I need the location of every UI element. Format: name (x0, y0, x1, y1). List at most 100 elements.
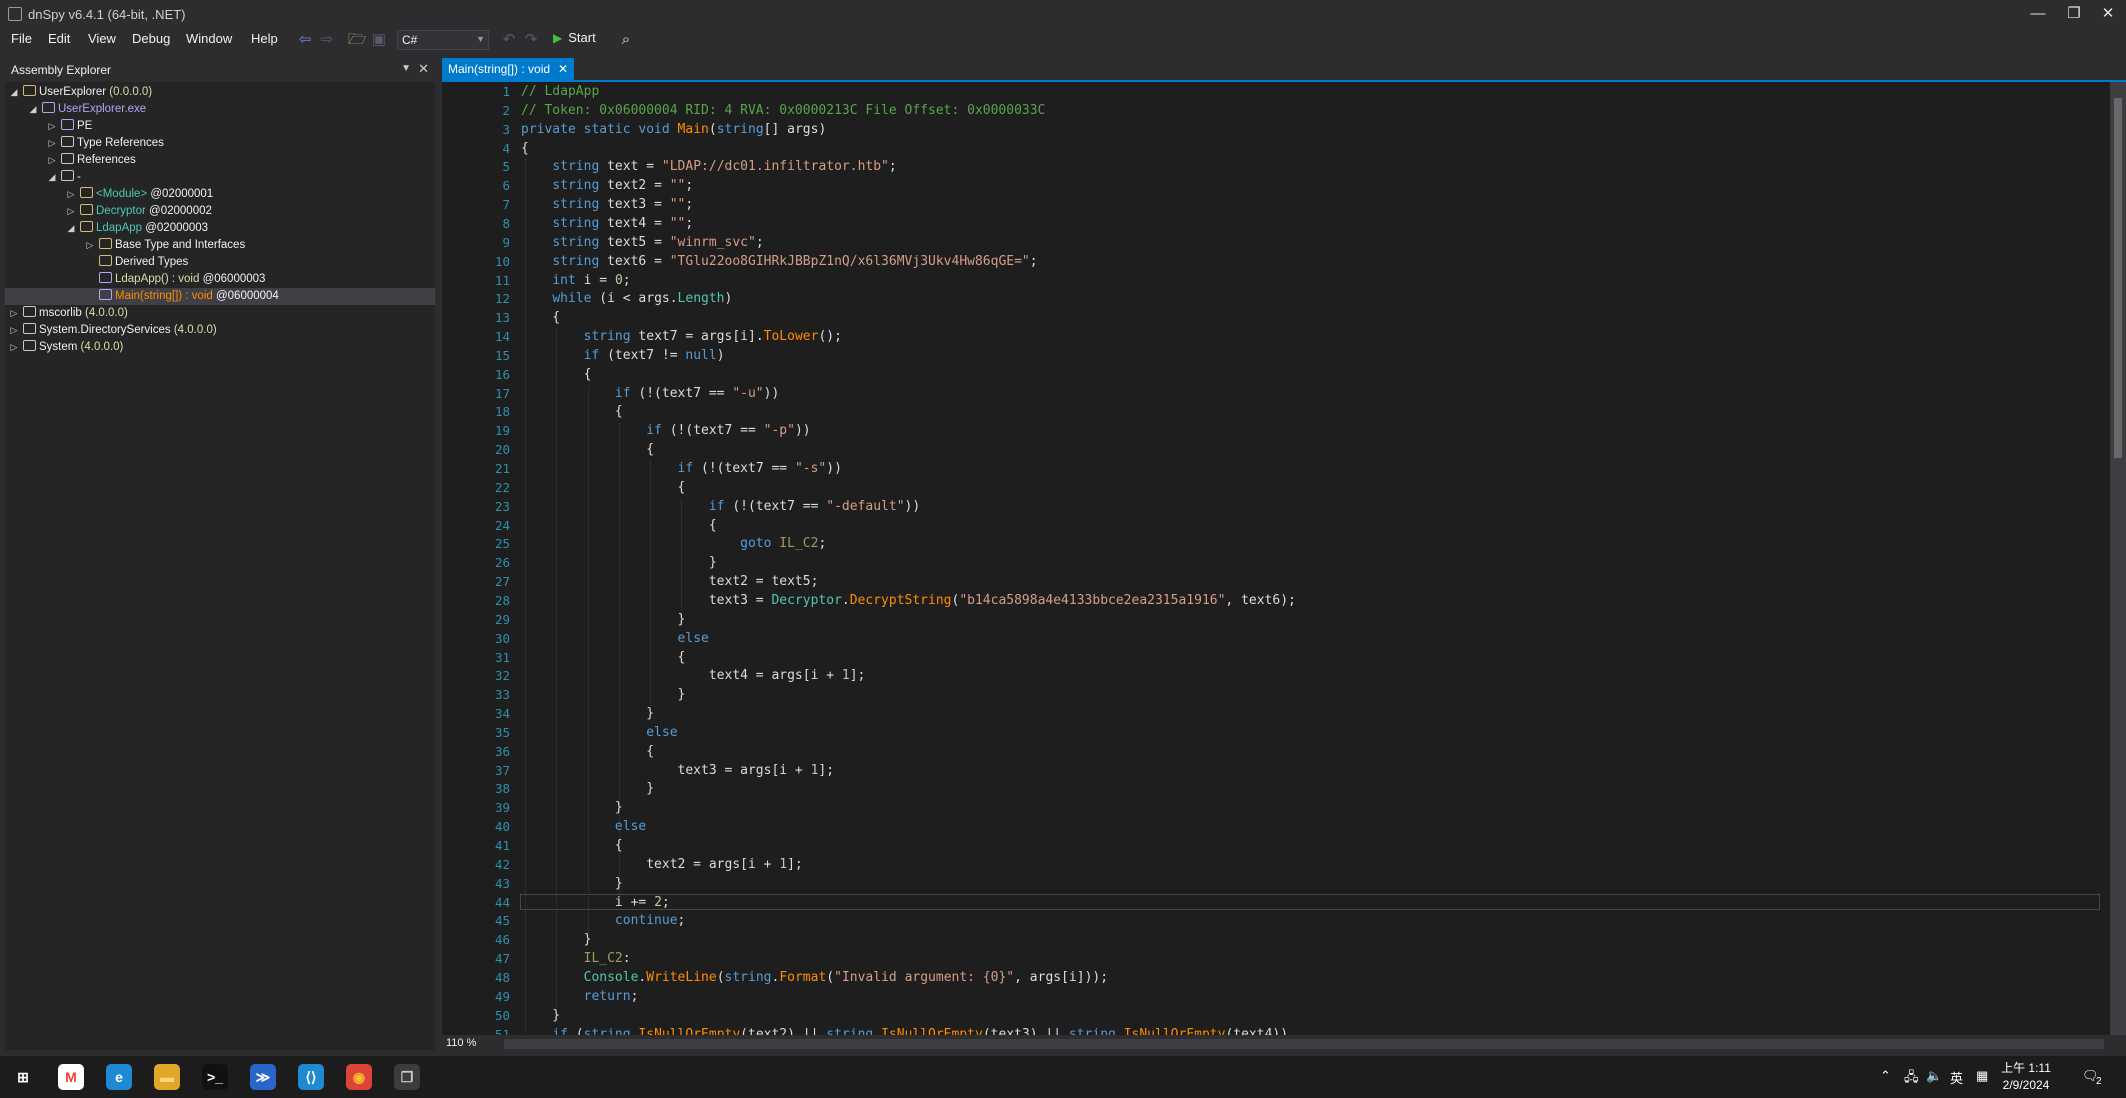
code-token: (text3) || (982, 1027, 1069, 1035)
windows-start-icon[interactable]: ⊞ (10, 1064, 36, 1090)
save-all-icon[interactable]: ▣ (370, 31, 388, 49)
line-number: 8 (502, 216, 510, 231)
tree-toggle-icon[interactable]: ▷ (47, 135, 57, 152)
line-number: 11 (494, 273, 510, 288)
code-token: Console (583, 970, 639, 985)
tree-node[interactable]: ◢ UserExplorer (0.0.0.0) (5, 84, 435, 101)
menu-view[interactable]: View (88, 31, 116, 46)
tree-node[interactable]: Derived Types (5, 254, 435, 271)
tree-node[interactable]: ◢ - (5, 169, 435, 186)
vscode-icon[interactable]: ⟨⟩ (298, 1064, 324, 1090)
back-icon[interactable]: ⇦ (296, 31, 314, 49)
assembly-explorer-panel: Assembly Explorer ▼ ✕ ◢ UserExplorer (0.0… (5, 58, 435, 1050)
tree-node-suffix: @02000003 (142, 222, 209, 234)
edge-browser-icon[interactable]: e (106, 1064, 132, 1090)
tree-node-label: System.DirectoryServices (39, 324, 171, 336)
search-icon[interactable]: ⌕ (617, 31, 635, 49)
clock[interactable]: 上午 1:11 2/9/2024 (1986, 1060, 2066, 1094)
file-explorer-icon[interactable]: ▬ (154, 1064, 180, 1090)
menu-edit[interactable]: Edit (48, 31, 70, 46)
tree-toggle-icon[interactable]: ◢ (47, 169, 57, 186)
tree-node[interactable]: ▷ System (4.0.0.0) (5, 339, 435, 356)
code-token: string (826, 1027, 874, 1035)
code-editor[interactable]: 1 2 3 4 5 6 7 8 9 10 11 12 13 14 15 16 17 18 19 20 21 22 23 24 2… (442, 82, 2110, 1035)
line-number: 51 (494, 1027, 510, 1035)
tree-toggle-icon[interactable]: ▷ (9, 339, 19, 356)
code-token: text2 = text5; (521, 574, 819, 589)
volume-icon[interactable]: 🔈 (1926, 1068, 1942, 1084)
code-line: { (521, 650, 686, 665)
menu-file[interactable]: File (11, 31, 32, 46)
tree-node-icon (61, 153, 74, 164)
tab-close-icon[interactable]: ✕ (558, 62, 568, 76)
tree-node[interactable]: ▷ mscorlib (4.0.0.0) (5, 305, 435, 322)
tree-node[interactable]: ▷ System.DirectoryServices (4.0.0.0) (5, 322, 435, 339)
tree-toggle-icon[interactable]: ▷ (66, 203, 76, 220)
tree-toggle-icon[interactable]: ◢ (66, 220, 76, 237)
tree-node[interactable]: ▷ Base Type and Interfaces (5, 237, 435, 254)
redo-icon[interactable]: ↷ (522, 31, 540, 49)
code-token: IsNullOrEmpty (881, 1027, 983, 1035)
start-debugging-button[interactable]: ▶ Start (553, 30, 596, 50)
zoom-level[interactable]: 110 % (446, 1037, 476, 1049)
tree-toggle-icon[interactable]: ▷ (9, 305, 19, 322)
code-token: )) (763, 386, 780, 401)
tree-node[interactable]: ▷ Type References (5, 135, 435, 152)
horizontal-scrollbar[interactable] (504, 1039, 2104, 1049)
line-number: 21 (494, 461, 510, 476)
code-token: else (646, 725, 678, 740)
tree-node[interactable]: ◢ LdapApp @02000003 (5, 220, 435, 237)
tree-toggle-icon[interactable]: ▷ (9, 322, 19, 339)
chevron-up-icon[interactable]: ⌃ (1880, 1068, 1891, 1084)
tree-node-suffix: (4.0.0.0) (81, 307, 128, 319)
gmail-icon[interactable]: M (58, 1064, 84, 1090)
tree-node[interactable]: ▷ References (5, 152, 435, 169)
tree-node[interactable]: ▷ <Module> @02000001 (5, 186, 435, 203)
close-window-button[interactable]: ✕ (2086, 2, 2126, 26)
code-token: string (552, 216, 600, 231)
code-token: private static void (521, 122, 678, 137)
code-token: } (521, 800, 623, 815)
network-icon[interactable]: 🖧 (1904, 1068, 1919, 1090)
tree-node-suffix: @02000001 (147, 188, 214, 200)
dnspy-taskbar-icon[interactable]: ❐ (394, 1064, 420, 1090)
menu-help[interactable]: Help (251, 31, 278, 46)
tree-node[interactable]: ◢ UserExplorer.exe (5, 101, 435, 118)
terminal-icon[interactable]: >_ (202, 1064, 228, 1090)
code-token: IL_C2 (779, 536, 819, 551)
forward-icon[interactable]: ⇨ (318, 31, 336, 49)
tree-node[interactable]: ▷ Decryptor @02000002 (5, 203, 435, 220)
tree-toggle-icon[interactable]: ▷ (47, 152, 57, 169)
tree-node-label: UserExplorer (39, 86, 107, 98)
tree-node[interactable]: LdapApp() : void @06000003 (5, 271, 435, 288)
code-token: if (646, 423, 662, 438)
vertical-scroll-thumb[interactable] (2114, 98, 2122, 458)
language-select[interactable]: C# ▼ (397, 30, 489, 50)
code-token: { (521, 838, 623, 853)
chrome-icon[interactable]: ◉ (346, 1064, 372, 1090)
menu-debug[interactable]: Debug (132, 31, 170, 46)
vertical-scrollbar[interactable] (2110, 82, 2126, 1035)
close-icon[interactable]: ✕ (418, 61, 429, 77)
tree-toggle-icon[interactable]: ◢ (28, 101, 38, 118)
tab-main-method[interactable]: Main(string[]) : void ✕ (442, 58, 575, 80)
tree-toggle-icon[interactable]: ▷ (85, 237, 95, 254)
undo-icon[interactable]: ↶ (500, 31, 518, 49)
menu-window[interactable]: Window (186, 31, 232, 46)
ime-indicator[interactable]: 英 (1950, 1068, 1963, 1087)
tree-node[interactable]: ▷ PE (5, 118, 435, 135)
tree-node[interactable]: Main(string[]) : void @06000004 (5, 288, 435, 305)
panel-dropdown-icon[interactable]: ▼ (401, 63, 411, 74)
notification-count: 2 (2096, 1076, 2102, 1087)
tree-toggle-icon[interactable]: ◢ (9, 84, 19, 101)
code-line: text2 = text5; (521, 574, 819, 589)
tree-toggle-icon[interactable]: ▷ (47, 118, 57, 135)
powershell-icon[interactable]: ≫ (250, 1064, 276, 1090)
tree-toggle-icon[interactable]: ▷ (66, 186, 76, 203)
open-folder-icon[interactable]: 🗁 (348, 31, 367, 49)
code-token: (text4)) (1225, 1027, 1289, 1035)
